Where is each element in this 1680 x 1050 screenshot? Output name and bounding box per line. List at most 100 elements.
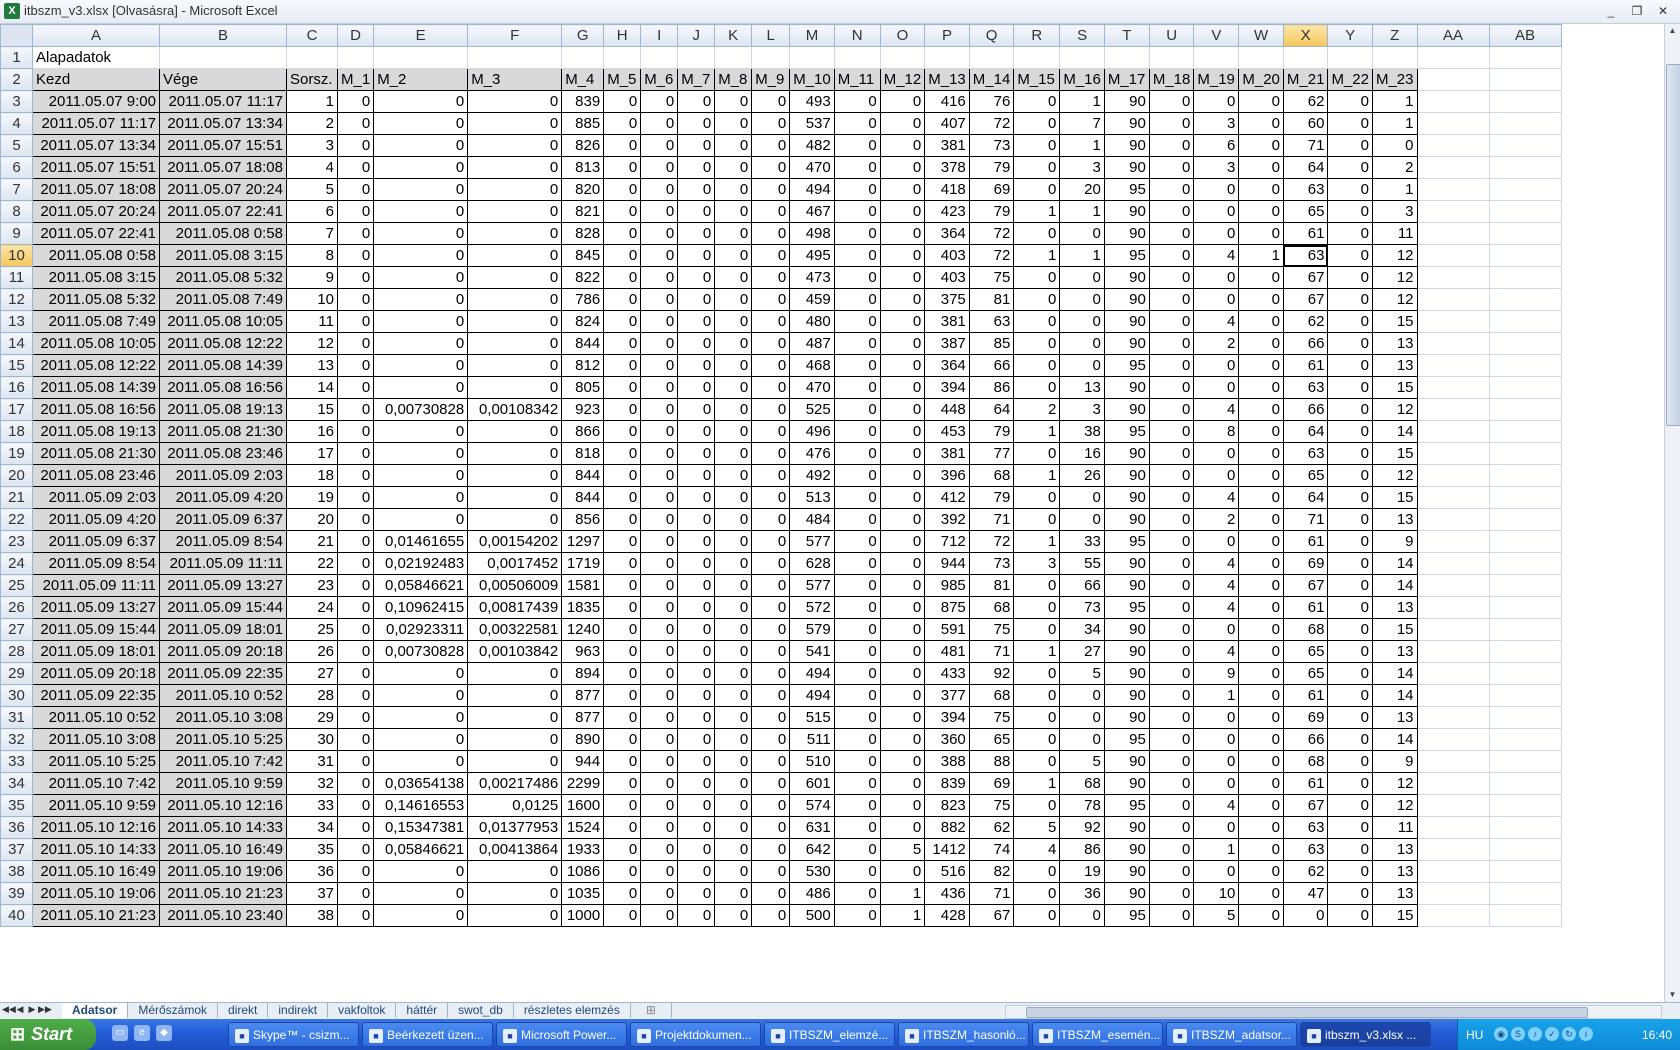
value-cell[interactable]: 387 [924,332,970,355]
value-cell[interactable]: 0 [1327,90,1373,113]
value-cell[interactable]: 628 [789,552,835,575]
column-title-cell[interactable]: M_18 [1148,68,1195,91]
value-cell[interactable]: 828 [561,222,605,245]
cell[interactable] [640,46,679,69]
cell[interactable] [1416,772,1490,795]
value-cell[interactable]: 0 [1193,178,1240,201]
value-cell[interactable]: 0 [833,90,881,113]
value-cell[interactable]: 0 [336,442,375,465]
value-cell[interactable]: 0 [603,838,642,861]
value-cell[interactable]: 381 [924,310,970,333]
cell[interactable] [1488,442,1562,465]
value-cell[interactable]: 4 [1193,794,1240,817]
value-cell[interactable]: 90 [1103,332,1150,355]
value-cell[interactable]: 0 [640,354,679,377]
value-cell[interactable]: 375 [924,288,970,311]
value-cell[interactable]: 11 [286,310,338,333]
column-header-o[interactable]: O [879,24,926,47]
value-cell[interactable]: 0 [373,354,469,377]
cell[interactable] [1488,904,1562,927]
value-cell[interactable]: 0 [677,684,716,707]
value-cell[interactable]: 0 [640,706,679,729]
value-cell[interactable]: 1600 [561,794,605,817]
value-cell[interactable]: 407 [924,112,970,135]
value-cell[interactable]: 0 [603,178,642,201]
value-cell[interactable]: 1240 [561,618,605,641]
value-cell[interactable]: 15 [1371,486,1418,509]
cell[interactable] [1488,794,1562,817]
value-cell[interactable]: 0 [677,178,716,201]
value-cell[interactable]: 0 [640,310,679,333]
value-cell[interactable]: 1000 [561,904,605,927]
value-cell[interactable]: 0 [833,486,881,509]
value-cell[interactable]: 62 [1282,310,1329,333]
row-header-8[interactable]: 8 [0,200,33,223]
value-cell[interactable]: 875 [924,596,970,619]
value-cell[interactable]: 0 [751,596,791,619]
value-cell[interactable]: 0 [603,398,642,421]
value-cell[interactable]: 75 [968,266,1015,289]
value-cell[interactable]: 0 [1148,398,1195,421]
value-cell[interactable]: 79 [968,156,1015,179]
cell[interactable] [1416,288,1490,311]
restore-button[interactable]: ❐ [1624,1,1650,21]
value-cell[interactable]: 0 [879,354,926,377]
value-cell[interactable]: 0 [640,200,679,223]
value-cell[interactable]: 90 [1103,640,1150,663]
value-cell[interactable]: 81 [968,574,1015,597]
timestamp-cell[interactable]: 2011.05.09 18:01 [159,618,287,641]
column-header-n[interactable]: N [833,24,881,47]
value-cell[interactable]: 62 [1282,90,1329,113]
value-cell[interactable]: 34 [286,816,338,839]
minimize-button[interactable]: _ [1598,1,1624,21]
value-cell[interactable]: 13 [1371,596,1418,619]
value-cell[interactable]: 0,00730828 [373,398,469,421]
cell[interactable] [1488,112,1562,135]
value-cell[interactable]: 95 [1103,420,1150,443]
cell[interactable] [968,46,1015,69]
value-cell[interactable]: 0 [677,90,716,113]
timestamp-cell[interactable]: 2011.05.09 4:20 [159,486,287,509]
value-cell[interactable]: 65 [1282,200,1329,223]
value-cell[interactable]: 0 [373,200,469,223]
value-cell[interactable]: 786 [561,288,605,311]
value-cell[interactable]: 0 [677,552,716,575]
value-cell[interactable]: 423 [924,200,970,223]
value-cell[interactable]: 0 [677,266,716,289]
value-cell[interactable]: 0 [603,618,642,641]
value-cell[interactable]: 0 [336,112,375,135]
value-cell[interactable]: 1 [1013,464,1061,487]
taskbar-button-8[interactable]: ■ itbszm_v3.xlsx ... [1300,1022,1431,1047]
value-cell[interactable]: 0 [1327,882,1373,905]
value-cell[interactable]: 0 [1013,486,1061,509]
value-cell[interactable]: 0 [1148,794,1195,817]
cell[interactable] [373,46,469,69]
value-cell[interactable]: 0 [714,332,753,355]
value-cell[interactable]: 0 [714,772,753,795]
value-cell[interactable]: 71 [1282,134,1329,157]
value-cell[interactable]: 78 [1059,794,1105,817]
tray-network-icon[interactable]: ◉ [1494,1027,1508,1041]
value-cell[interactable]: 0 [1148,222,1195,245]
column-header-y[interactable]: Y [1327,24,1373,47]
value-cell[interactable]: 0 [1238,376,1284,399]
value-cell[interactable]: 0 [467,332,563,355]
value-cell[interactable]: 0 [336,882,375,905]
column-title-cell[interactable]: M_21 [1282,68,1329,91]
timestamp-cell[interactable]: 2011.05.10 9:59 [32,794,160,817]
value-cell[interactable]: 1 [1013,772,1061,795]
value-cell[interactable]: 0 [1148,508,1195,531]
value-cell[interactable]: 2 [286,112,338,135]
value-cell[interactable]: 0 [336,134,375,157]
value-cell[interactable]: 66 [1282,332,1329,355]
value-cell[interactable]: 0 [1148,750,1195,773]
value-cell[interactable]: 14 [1371,662,1418,685]
value-cell[interactable]: 13 [1371,354,1418,377]
value-cell[interactable]: 0 [1013,596,1061,619]
column-header-z[interactable]: Z [1371,24,1418,47]
value-cell[interactable]: 0 [879,508,926,531]
value-cell[interactable]: 0 [1013,354,1061,377]
value-cell[interactable]: 1 [879,882,926,905]
value-cell[interactable]: 0 [1148,706,1195,729]
value-cell[interactable]: 0 [336,794,375,817]
